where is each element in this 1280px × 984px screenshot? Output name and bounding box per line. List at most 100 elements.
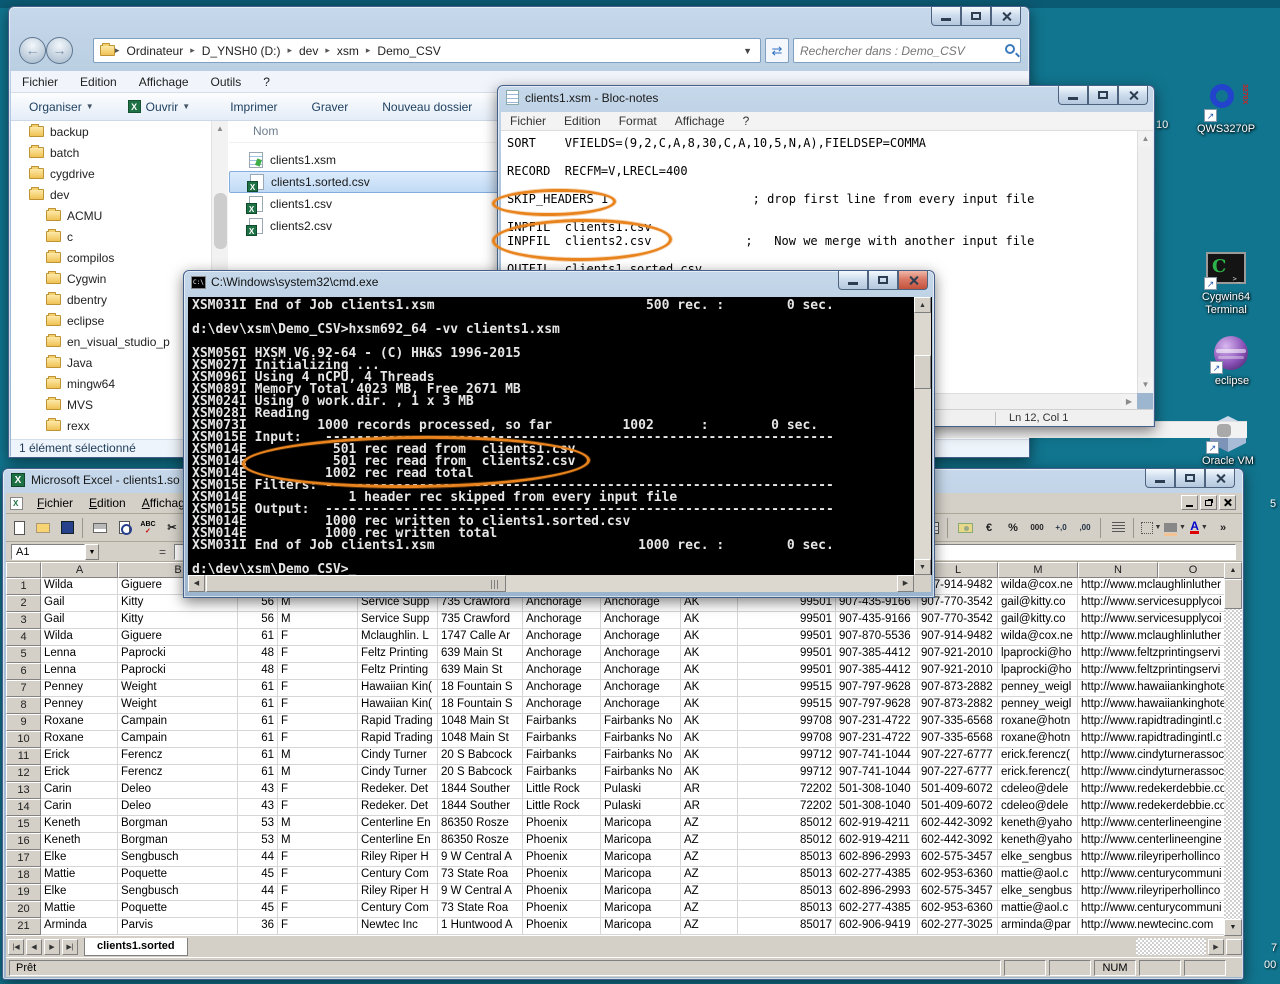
menu-item[interactable]: Fichier [29, 496, 81, 510]
cell[interactable]: Maricopa [601, 918, 681, 935]
cell[interactable]: 602-277-4385 [836, 867, 918, 884]
cell[interactable]: 72202 [738, 799, 836, 816]
cell[interactable]: arminda@par [998, 918, 1078, 935]
print-preview-icon[interactable] [113, 517, 135, 539]
maximize-button[interactable] [1175, 469, 1205, 488]
cell[interactable]: 735 Crawford [438, 612, 523, 629]
cell[interactable]: erick.ferencz( [998, 748, 1078, 765]
cell[interactable]: 85013 [738, 901, 836, 918]
cell[interactable]: 61 [238, 731, 278, 748]
increase-decimal-icon[interactable]: +,0 [1050, 517, 1072, 539]
maximize-button[interactable] [1088, 86, 1118, 105]
cell[interactable]: 18 Fountain S [438, 680, 523, 697]
cell[interactable]: 99515 [738, 697, 836, 714]
menu-item[interactable]: Fichier [501, 114, 555, 128]
cell[interactable]: Feltz Printing [358, 663, 438, 680]
cell[interactable]: 44 [238, 884, 278, 901]
cell[interactable]: http://www.newtecinc.com [1078, 918, 1224, 935]
workbook-restore-button[interactable] [1200, 495, 1217, 510]
cell[interactable]: Anchorage [523, 629, 601, 646]
cell[interactable]: Phoenix [523, 867, 601, 884]
cell[interactable]: Sengbusch [118, 850, 238, 867]
cell[interactable]: F [278, 697, 358, 714]
cell[interactable]: wilda@cox.ne [998, 578, 1078, 595]
cell[interactable]: AK [681, 697, 738, 714]
tree-item-dbentry[interactable]: dbentry [11, 289, 211, 310]
cell[interactable]: Service Supp [358, 612, 438, 629]
cell[interactable]: Redeker. Det [358, 782, 438, 799]
tree-item-acmu[interactable]: ACMU [11, 205, 211, 226]
decrease-indent-icon[interactable] [1107, 517, 1129, 539]
cell[interactable]: Borgman [118, 816, 238, 833]
cell[interactable]: F [278, 714, 358, 731]
cell[interactable]: Anchorage [601, 663, 681, 680]
cell[interactable]: Paprocki [118, 646, 238, 663]
cell[interactable]: 501-308-1040 [836, 782, 918, 799]
cell[interactable]: 602-575-3457 [918, 884, 998, 901]
cell[interactable]: 907-231-4722 [836, 731, 918, 748]
cell[interactable]: Phoenix [523, 833, 601, 850]
cell[interactable]: http://www.centurycommuni [1078, 901, 1224, 918]
cell[interactable]: 501-409-6072 [918, 782, 998, 799]
cell[interactable]: Poquette [118, 867, 238, 884]
cell[interactable]: Penney [41, 680, 118, 697]
cell[interactable]: Rapid Trading [358, 714, 438, 731]
cell[interactable]: Maricopa [601, 833, 681, 850]
cell[interactable]: penney_weigl [998, 697, 1078, 714]
cell[interactable]: F [278, 901, 358, 918]
cell[interactable]: F [278, 918, 358, 935]
row-header-11[interactable]: 11 [6, 748, 41, 765]
cell[interactable]: Anchorage [523, 680, 601, 697]
row-header-16[interactable]: 16 [6, 833, 41, 850]
cell[interactable]: Lenna [41, 646, 118, 663]
cell[interactable]: Mclaughlin. L [358, 629, 438, 646]
close-button[interactable] [991, 7, 1021, 26]
cell[interactable]: AK [681, 629, 738, 646]
cell[interactable]: Maricopa [601, 816, 681, 833]
cell[interactable]: http://www.hawaiiankinghote [1078, 680, 1224, 697]
cell[interactable]: Fairbanks [523, 714, 601, 731]
menu-item[interactable]: Edition [81, 496, 134, 510]
row-header-4[interactable]: 4 [6, 629, 41, 646]
cell[interactable]: Deleo [118, 799, 238, 816]
cell[interactable]: lpaprocki@ho [998, 663, 1078, 680]
cell[interactable]: http://www.rapidtradingintl.c [1078, 731, 1224, 748]
cell[interactable]: M [278, 833, 358, 850]
cell[interactable]: 99501 [738, 663, 836, 680]
cell[interactable]: 602-953-6360 [918, 901, 998, 918]
desktop-icon-qws3270p[interactable]: 3270X↗QWS3270P [1190, 84, 1262, 136]
cell[interactable]: Century Com [358, 867, 438, 884]
menu-item[interactable]: Format [610, 114, 666, 128]
cell[interactable]: Rapid Trading [358, 731, 438, 748]
cell[interactable]: Fairbanks No [601, 731, 681, 748]
cell[interactable]: M [278, 816, 358, 833]
row-header-2[interactable]: 2 [6, 595, 41, 612]
cell[interactable]: Little Rock [523, 782, 601, 799]
cell[interactable]: 61 [238, 714, 278, 731]
cell[interactable]: Elke [41, 850, 118, 867]
edit-formula-button[interactable]: = [159, 545, 166, 559]
name-box-dropdown-icon[interactable]: ▼ [85, 544, 99, 560]
select-all-corner[interactable] [6, 562, 41, 578]
cell[interactable]: F [278, 731, 358, 748]
tree-item-cygwin[interactable]: Cygwin [11, 268, 211, 289]
cell[interactable]: Ferencz [118, 748, 238, 765]
row-header-10[interactable]: 10 [6, 731, 41, 748]
cell[interactable]: F [278, 850, 358, 867]
cell[interactable]: 602-919-4211 [836, 833, 918, 850]
cell[interactable]: Roxane [41, 731, 118, 748]
cell[interactable]: AK [681, 680, 738, 697]
cell[interactable]: 602-919-4211 [836, 816, 918, 833]
cell[interactable]: 61 [238, 680, 278, 697]
cell[interactable]: 48 [238, 663, 278, 680]
desktop-icon-cygwin64-terminal[interactable]: C>_↗Cygwin64 Terminal [1190, 252, 1262, 317]
cell[interactable]: Anchorage [523, 612, 601, 629]
close-button[interactable] [1205, 469, 1235, 488]
cell[interactable]: Lenna [41, 663, 118, 680]
cell[interactable]: http://www.feltzprintingservi [1078, 663, 1224, 680]
cell[interactable]: mattie@aol.c [998, 867, 1078, 884]
cell[interactable]: Maricopa [601, 867, 681, 884]
cell[interactable]: wilda@cox.ne [998, 629, 1078, 646]
cell[interactable]: 602-953-6360 [918, 867, 998, 884]
borders-icon[interactable]: ▼ [1140, 517, 1162, 539]
